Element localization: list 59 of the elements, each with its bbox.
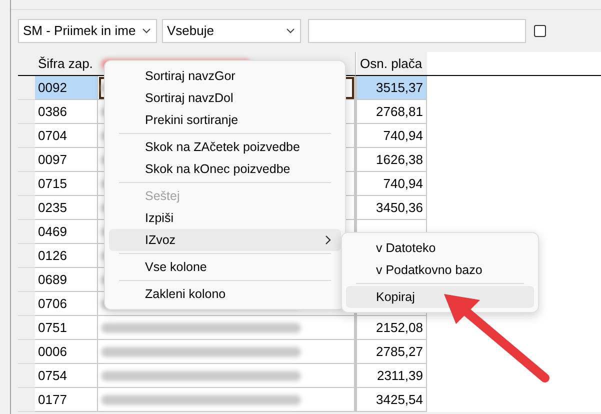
menu-item[interactable]: Sortiraj navzGor — [109, 65, 341, 87]
row-header[interactable] — [18, 292, 35, 316]
row-header[interactable] — [18, 196, 35, 220]
table-cell: 3450,36 — [357, 196, 427, 220]
operator-dropdown[interactable]: Vsebuje — [162, 18, 301, 42]
menu-item[interactable]: Skok na ZAčetek poizvedbe — [109, 136, 341, 158]
table-cell: 0715 — [35, 172, 98, 196]
menu-item[interactable]: v Podatkovno bazo — [346, 259, 534, 281]
table-cell: 2311,39 — [357, 364, 427, 388]
column-header[interactable]: Osn. plača — [357, 52, 427, 76]
table-cell: 0386 — [35, 100, 98, 124]
menu-item[interactable]: Skok na kOnec poizvedbe — [109, 158, 341, 180]
menu-item[interactable]: Vse kolone — [109, 256, 341, 278]
column-header[interactable]: Šifra zap. — [35, 52, 98, 76]
table-cell: 1626,38 — [357, 148, 427, 172]
table-cell: 0126 — [35, 244, 98, 268]
table-cell: 740,94 — [357, 172, 427, 196]
row-header[interactable] — [18, 316, 35, 340]
menu-item[interactable]: Prekini sortiranje — [109, 109, 341, 131]
table-cell: 0097 — [35, 148, 98, 172]
table-cell: 0754 — [35, 364, 98, 388]
table-cell: 0092 — [35, 76, 98, 100]
row-header[interactable] — [18, 388, 35, 412]
menu-item[interactable]: Kopiraj — [346, 286, 534, 308]
table-cell: 2785,27 — [357, 340, 427, 364]
menu-item[interactable]: IZvoz — [109, 229, 341, 251]
table-cell: 0704 — [35, 124, 98, 148]
field-dropdown[interactable]: SM - Priimek in ime — [18, 18, 157, 42]
table-cell: 740,94 — [357, 124, 427, 148]
table-cell: 2768,81 — [357, 100, 427, 124]
chevron-down-icon — [286, 28, 295, 34]
row-header[interactable] — [18, 100, 35, 124]
row-header[interactable] — [18, 124, 35, 148]
table-cell: 0469 — [35, 220, 98, 244]
table-cell: 0706 — [35, 292, 98, 316]
row-header[interactable] — [18, 220, 35, 244]
menu-item[interactable]: Sortiraj navzDol — [109, 87, 341, 109]
row-header[interactable] — [18, 148, 35, 172]
checkbox[interactable] — [534, 24, 546, 36]
row-header[interactable] — [18, 340, 35, 364]
search-field[interactable] — [308, 18, 526, 42]
table-cell: 2152,08 — [357, 316, 427, 340]
menu-item[interactable]: v Datoteko — [346, 237, 534, 259]
row-header[interactable] — [18, 76, 35, 100]
menu-item[interactable]: Izpiši — [109, 207, 341, 229]
row-header[interactable] — [18, 364, 35, 388]
row-header[interactable] — [18, 268, 35, 292]
table-cell: 0006 — [35, 340, 98, 364]
chevron-down-icon — [142, 28, 151, 34]
table-cell: 0177 — [35, 388, 98, 412]
table-cell: 0689 — [35, 268, 98, 292]
row-header[interactable] — [18, 172, 35, 196]
menu-item[interactable]: Zakleni kolono — [109, 283, 341, 305]
table-cell: 0235 — [35, 196, 98, 220]
table-cell: 3515,37 — [357, 76, 427, 100]
row-header[interactable] — [18, 244, 35, 268]
table-cell: 3425,54 — [357, 388, 427, 412]
chevron-right-icon — [325, 235, 331, 245]
table-cell: 0751 — [35, 316, 98, 340]
